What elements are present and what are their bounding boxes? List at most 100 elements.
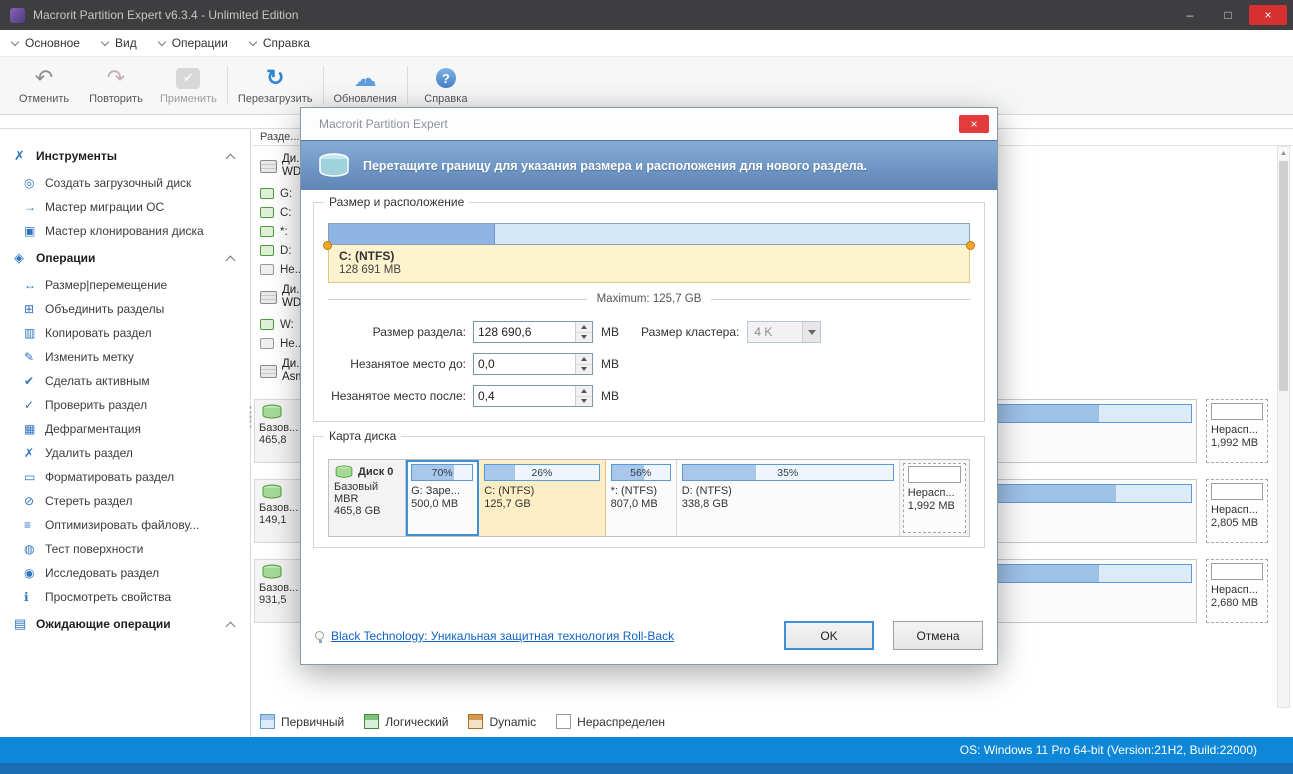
menu-main[interactable]: Основное (10, 36, 80, 50)
disk-stack-icon (260, 364, 277, 378)
disk-banner-icon (319, 153, 349, 177)
updates-icon: ☁ ↑ (353, 64, 377, 91)
sidebar-item-defrag[interactable]: ▦ Дефрагментация (0, 417, 250, 441)
sidebar-item-surface-test[interactable]: ◍ Тест поверхности (0, 537, 250, 561)
map-partition-c[interactable]: 26% C: (NTFS) 125,7 GB (479, 460, 606, 536)
black-technology-link[interactable]: Black Technology: Уникальная защитная те… (331, 629, 674, 643)
sidebar-item-optimize[interactable]: ≡ Оптимизировать файлову... (0, 513, 250, 537)
partition-name: C: (NTFS) (339, 249, 395, 263)
menu-help[interactable]: Справка (248, 36, 310, 50)
sidebar-item-label[interactable]: ✎ Изменить метку (0, 345, 250, 369)
sidebar-item-check[interactable]: ✓ Проверить раздел (0, 393, 250, 417)
empty-bar (907, 466, 961, 483)
spin-up-icon[interactable] (576, 386, 592, 396)
sidebar-item-delete[interactable]: ✗ Удалить раздел (0, 441, 250, 465)
pending-operations-icon: ▤ (14, 616, 27, 631)
section-title: Инструменты (36, 149, 118, 163)
spin-down-icon[interactable] (576, 331, 592, 342)
sidebar-item-merge[interactable]: ⊞ Объединить разделы (0, 297, 250, 321)
scroll-up-icon[interactable]: ▲ (1278, 147, 1289, 160)
updates-button[interactable]: ☁ ↑ Обновления (326, 57, 405, 114)
sidebar-item-explore[interactable]: ◉ Исследовать раздел (0, 561, 250, 585)
cancel-button[interactable]: Отмена (893, 621, 983, 650)
partition-size-input[interactable] (474, 322, 575, 342)
unallocated-icon (260, 264, 274, 275)
section-title: Операции (36, 251, 96, 265)
logical-swatch-icon (364, 714, 380, 729)
usage-bar: 56% (610, 464, 671, 481)
maximize-button[interactable]: □ (1211, 5, 1245, 25)
menu-operations[interactable]: Операции (157, 36, 228, 50)
section-operations[interactable]: ◈ Операции (0, 243, 250, 273)
delete-icon: ✗ (24, 446, 35, 460)
partition-size: 128 691 MB (339, 264, 402, 276)
unallocated-cell[interactable]: Нерасп... 1,992 MB (1206, 399, 1268, 463)
cluster-size-select[interactable]: 4 K (747, 321, 822, 343)
close-button[interactable]: × (1249, 5, 1287, 25)
left-drag-handle[interactable] (323, 241, 332, 250)
map-unallocated[interactable]: Нерасп... 1,992 MB (902, 463, 966, 533)
toolbar-separator (406, 66, 408, 105)
menu-view[interactable]: Вид (100, 36, 137, 50)
empty-bar (1211, 403, 1263, 420)
os-migration-icon: → (24, 200, 36, 214)
spin-down-icon[interactable] (576, 363, 592, 374)
disk-map-group: Карта диска Диск 0 Базовый MBR 465,8 GB … (313, 429, 985, 548)
map-partition-star[interactable]: 56% *: (NTFS) 807,0 MB (605, 460, 677, 536)
unallocated-cell[interactable]: Нерасп... 2,805 MB (1206, 479, 1268, 543)
ok-button[interactable]: OK (784, 621, 874, 650)
partition-icon (260, 188, 274, 199)
apply-button[interactable]: ✔ Применить (152, 57, 225, 114)
redo-button[interactable]: ↷ Повторить (80, 57, 152, 114)
reload-button[interactable]: ↻ Перезагрузить (230, 57, 321, 114)
section-pending-operations[interactable]: ▤ Ожидающие операции (0, 609, 250, 639)
undo-label: Отменить (18, 93, 70, 105)
empty-bar (1211, 483, 1263, 500)
unit-label: MB (601, 325, 619, 339)
sidebar-item-os-migration[interactable]: → Мастер миграции ОС (0, 195, 250, 219)
minimize-button[interactable]: – (1173, 5, 1207, 25)
map-partition-d[interactable]: 35% D: (NTFS) 338,8 GB (676, 460, 900, 536)
scrollbar-thumb[interactable] (1279, 161, 1288, 391)
unit-label: MB (601, 357, 619, 371)
dropdown-icon[interactable] (802, 322, 821, 342)
black-technology-link-row: Black Technology: Уникальная защитная те… (315, 629, 674, 643)
sidebar-item-copy[interactable]: ▥ Копировать раздел (0, 321, 250, 345)
usage-bar: 26% (484, 464, 600, 481)
free-after-input[interactable] (474, 386, 575, 406)
sidebar-item-bootdisk[interactable]: ◎ Создать загрузочный диск (0, 171, 250, 195)
sidebar-item-wipe[interactable]: ⊘ Стереть раздел (0, 489, 250, 513)
updates-label: Обновления (333, 93, 397, 105)
operations-icon: ◈ (14, 250, 24, 265)
spin-up-icon[interactable] (576, 354, 592, 364)
partition-icon (260, 245, 274, 256)
right-drag-handle[interactable] (966, 241, 975, 250)
map-partition-g[interactable]: 70% G: Заре... 500,0 MB (406, 460, 480, 536)
sidebar-item-properties[interactable]: ℹ Просмотреть свойства (0, 585, 250, 609)
dialog-titlebar: Macrorit Partition Expert × (301, 108, 997, 140)
sidebar-item-resize[interactable]: ↔ Размер|перемещение (0, 273, 250, 297)
help-button[interactable]: ? Справка (410, 57, 482, 114)
undo-button[interactable]: ↶ Отменить (8, 57, 80, 114)
partition-size-label: Размер раздела: (372, 325, 466, 339)
sidebar-item-clone-disk[interactable]: ▣ Мастер клонирования диска (0, 219, 250, 243)
free-before-spinner (473, 353, 593, 375)
section-tools[interactable]: ✗ Инструменты (0, 141, 250, 171)
unallocated-icon (260, 338, 274, 349)
spin-up-icon[interactable] (576, 322, 592, 332)
unallocated-cell[interactable]: Нерасп... 2,680 MB (1206, 559, 1268, 623)
redo-icon: ↷ (106, 65, 126, 90)
spin-down-icon[interactable] (576, 395, 592, 406)
vertical-scrollbar[interactable]: ▲ (1277, 146, 1290, 708)
sidebar-item-set-active[interactable]: ✔ Сделать активным (0, 369, 250, 393)
label-icon: ✎ (24, 350, 35, 364)
partition-slider[interactable]: C: (NTFS) 128 691 MB (323, 223, 975, 283)
dialog-close-button[interactable]: × (959, 115, 989, 133)
chevron-up-icon (225, 255, 236, 265)
free-before-input[interactable] (474, 354, 575, 374)
sidebar-item-format[interactable]: ▭ Форматировать раздел (0, 465, 250, 489)
defrag-icon: ▦ (24, 422, 36, 436)
legend: Первичный Логический Dynamic Нераспредел… (260, 714, 665, 729)
slider-track[interactable] (328, 223, 970, 245)
dynamic-swatch-icon (468, 714, 484, 729)
